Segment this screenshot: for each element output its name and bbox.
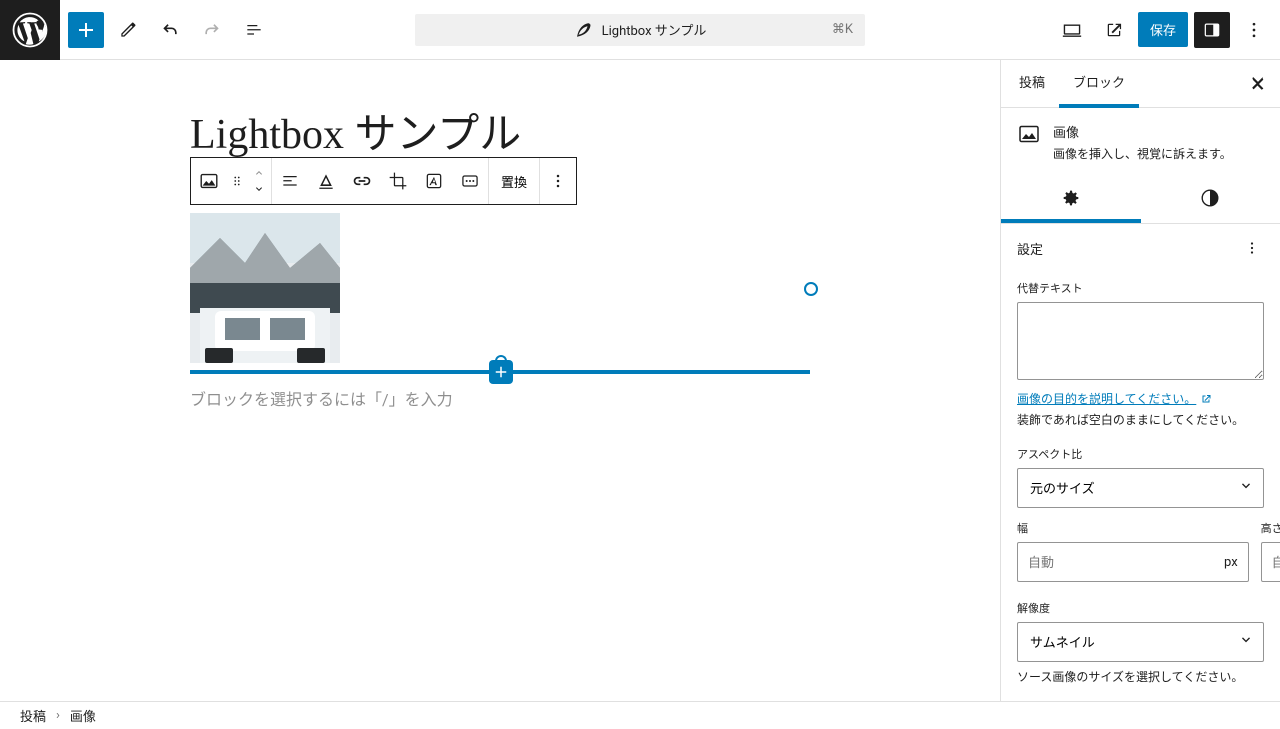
duotone-button[interactable] <box>452 158 488 204</box>
width-input[interactable] <box>1018 555 1214 570</box>
link-icon <box>352 171 372 191</box>
wp-logo[interactable] <box>0 0 60 60</box>
block-card-icon <box>1017 122 1041 146</box>
view-preview-button[interactable] <box>1054 12 1090 48</box>
styles-icon <box>1199 187 1221 209</box>
settings-panel-toggle[interactable] <box>1194 12 1230 48</box>
add-block-button[interactable] <box>68 12 104 48</box>
chevron-down-icon <box>253 183 265 195</box>
block-card-title: 画像 <box>1053 122 1232 141</box>
width-unit[interactable]: px <box>1214 555 1248 570</box>
options-button[interactable] <box>1236 12 1272 48</box>
crop-button[interactable] <box>380 158 416 204</box>
align-button[interactable] <box>272 158 308 204</box>
resolution-help: ソース画像のサイズを選択してください。 <box>1017 668 1264 685</box>
document-overview-button[interactable] <box>236 12 272 48</box>
panel-options-button[interactable] <box>1240 236 1264 260</box>
image-icon <box>198 170 220 192</box>
alt-text-label: 代替テキスト <box>1017 280 1264 296</box>
replace-button[interactable]: 置換 <box>489 158 539 204</box>
image-content <box>190 213 340 363</box>
more-vertical-icon <box>1243 239 1261 257</box>
edit-tool-button[interactable] <box>110 12 146 48</box>
desktop-icon <box>1061 19 1083 41</box>
document-title: Lightbox サンプル <box>602 20 707 39</box>
redo-button <box>194 12 230 48</box>
align-icon <box>280 171 300 191</box>
breadcrumb-root[interactable]: 投稿 <box>20 706 46 725</box>
block-toolbar: 置換 <box>190 157 577 205</box>
plus-icon <box>74 18 98 42</box>
breadcrumb: 投稿 › 画像 <box>0 701 1280 729</box>
panel-title: 設定 <box>1017 239 1043 258</box>
height-input[interactable] <box>1262 555 1280 570</box>
close-icon <box>1249 75 1267 93</box>
alt-text-input[interactable] <box>1017 302 1264 380</box>
resolution-select[interactable]: サムネイル <box>1017 622 1264 662</box>
width-label: 幅 <box>1017 520 1249 536</box>
more-horizontal-boxed-icon <box>460 171 480 191</box>
more-vertical-icon <box>1244 20 1264 40</box>
caption-icon <box>316 171 336 191</box>
editor-canvas[interactable]: Lightbox サンプル <box>0 60 1000 701</box>
image-resize-handle[interactable] <box>804 282 818 296</box>
post-title[interactable]: Lightbox サンプル <box>190 100 521 161</box>
block-card-description: 画像を挿入し、視覚に訴えます。 <box>1053 145 1232 162</box>
styles-subtab[interactable] <box>1141 176 1280 223</box>
aspect-ratio-select[interactable]: 元のサイズ <box>1017 468 1264 508</box>
crop-icon <box>388 171 408 191</box>
alt-text-help: 装飾であれば空白のままにしてください。 <box>1017 411 1264 428</box>
document-title-bar[interactable]: Lightbox サンプル ⌘K <box>415 14 865 46</box>
external-icon <box>1104 20 1124 40</box>
chevron-up-icon <box>253 167 265 179</box>
gear-icon <box>1060 187 1082 209</box>
block-more-button[interactable] <box>540 158 576 204</box>
plus-icon <box>492 363 510 381</box>
breadcrumb-separator: › <box>56 708 60 723</box>
link-button[interactable] <box>344 158 380 204</box>
external-icon <box>1200 393 1212 405</box>
alt-text-help-link[interactable]: 画像の目的を説明してください。 <box>1017 390 1264 407</box>
tab-block[interactable]: ブロック <box>1059 60 1139 108</box>
shortcut-hint: ⌘K <box>832 22 853 37</box>
aspect-ratio-label: アスペクト比 <box>1017 446 1264 462</box>
undo-icon <box>160 20 180 40</box>
text-overlay-button[interactable] <box>416 158 452 204</box>
height-label: 高さ <box>1261 520 1280 536</box>
sidebar-icon <box>1202 20 1222 40</box>
sidebar-close-button[interactable] <box>1240 66 1276 102</box>
image-icon <box>1017 122 1041 146</box>
insert-block-button[interactable] <box>489 360 513 384</box>
tab-post[interactable]: 投稿 <box>1005 60 1059 108</box>
list-view-icon <box>244 20 264 40</box>
caption-button[interactable] <box>308 158 344 204</box>
pencil-icon <box>118 20 138 40</box>
breadcrumb-current[interactable]: 画像 <box>70 706 96 725</box>
text-icon <box>424 171 444 191</box>
save-button[interactable]: 保存 <box>1138 12 1188 47</box>
undo-button[interactable] <box>152 12 188 48</box>
view-external-button[interactable] <box>1096 12 1132 48</box>
quill-icon <box>574 21 592 39</box>
more-vertical-icon <box>548 171 568 191</box>
settings-sidebar: 投稿 ブロック 画像 画像を挿入し、視覚に訴えます。 設定 <box>1000 60 1280 701</box>
settings-subtab[interactable] <box>1001 176 1141 223</box>
image-block[interactable] <box>190 213 340 363</box>
wordpress-icon <box>12 12 48 48</box>
block-placeholder-text[interactable]: ブロックを選択するには「/」を入力 <box>190 386 453 410</box>
redo-icon <box>202 20 222 40</box>
block-type-button[interactable] <box>191 158 227 204</box>
move-up-button[interactable] <box>241 165 277 181</box>
resolution-label: 解像度 <box>1017 600 1264 616</box>
